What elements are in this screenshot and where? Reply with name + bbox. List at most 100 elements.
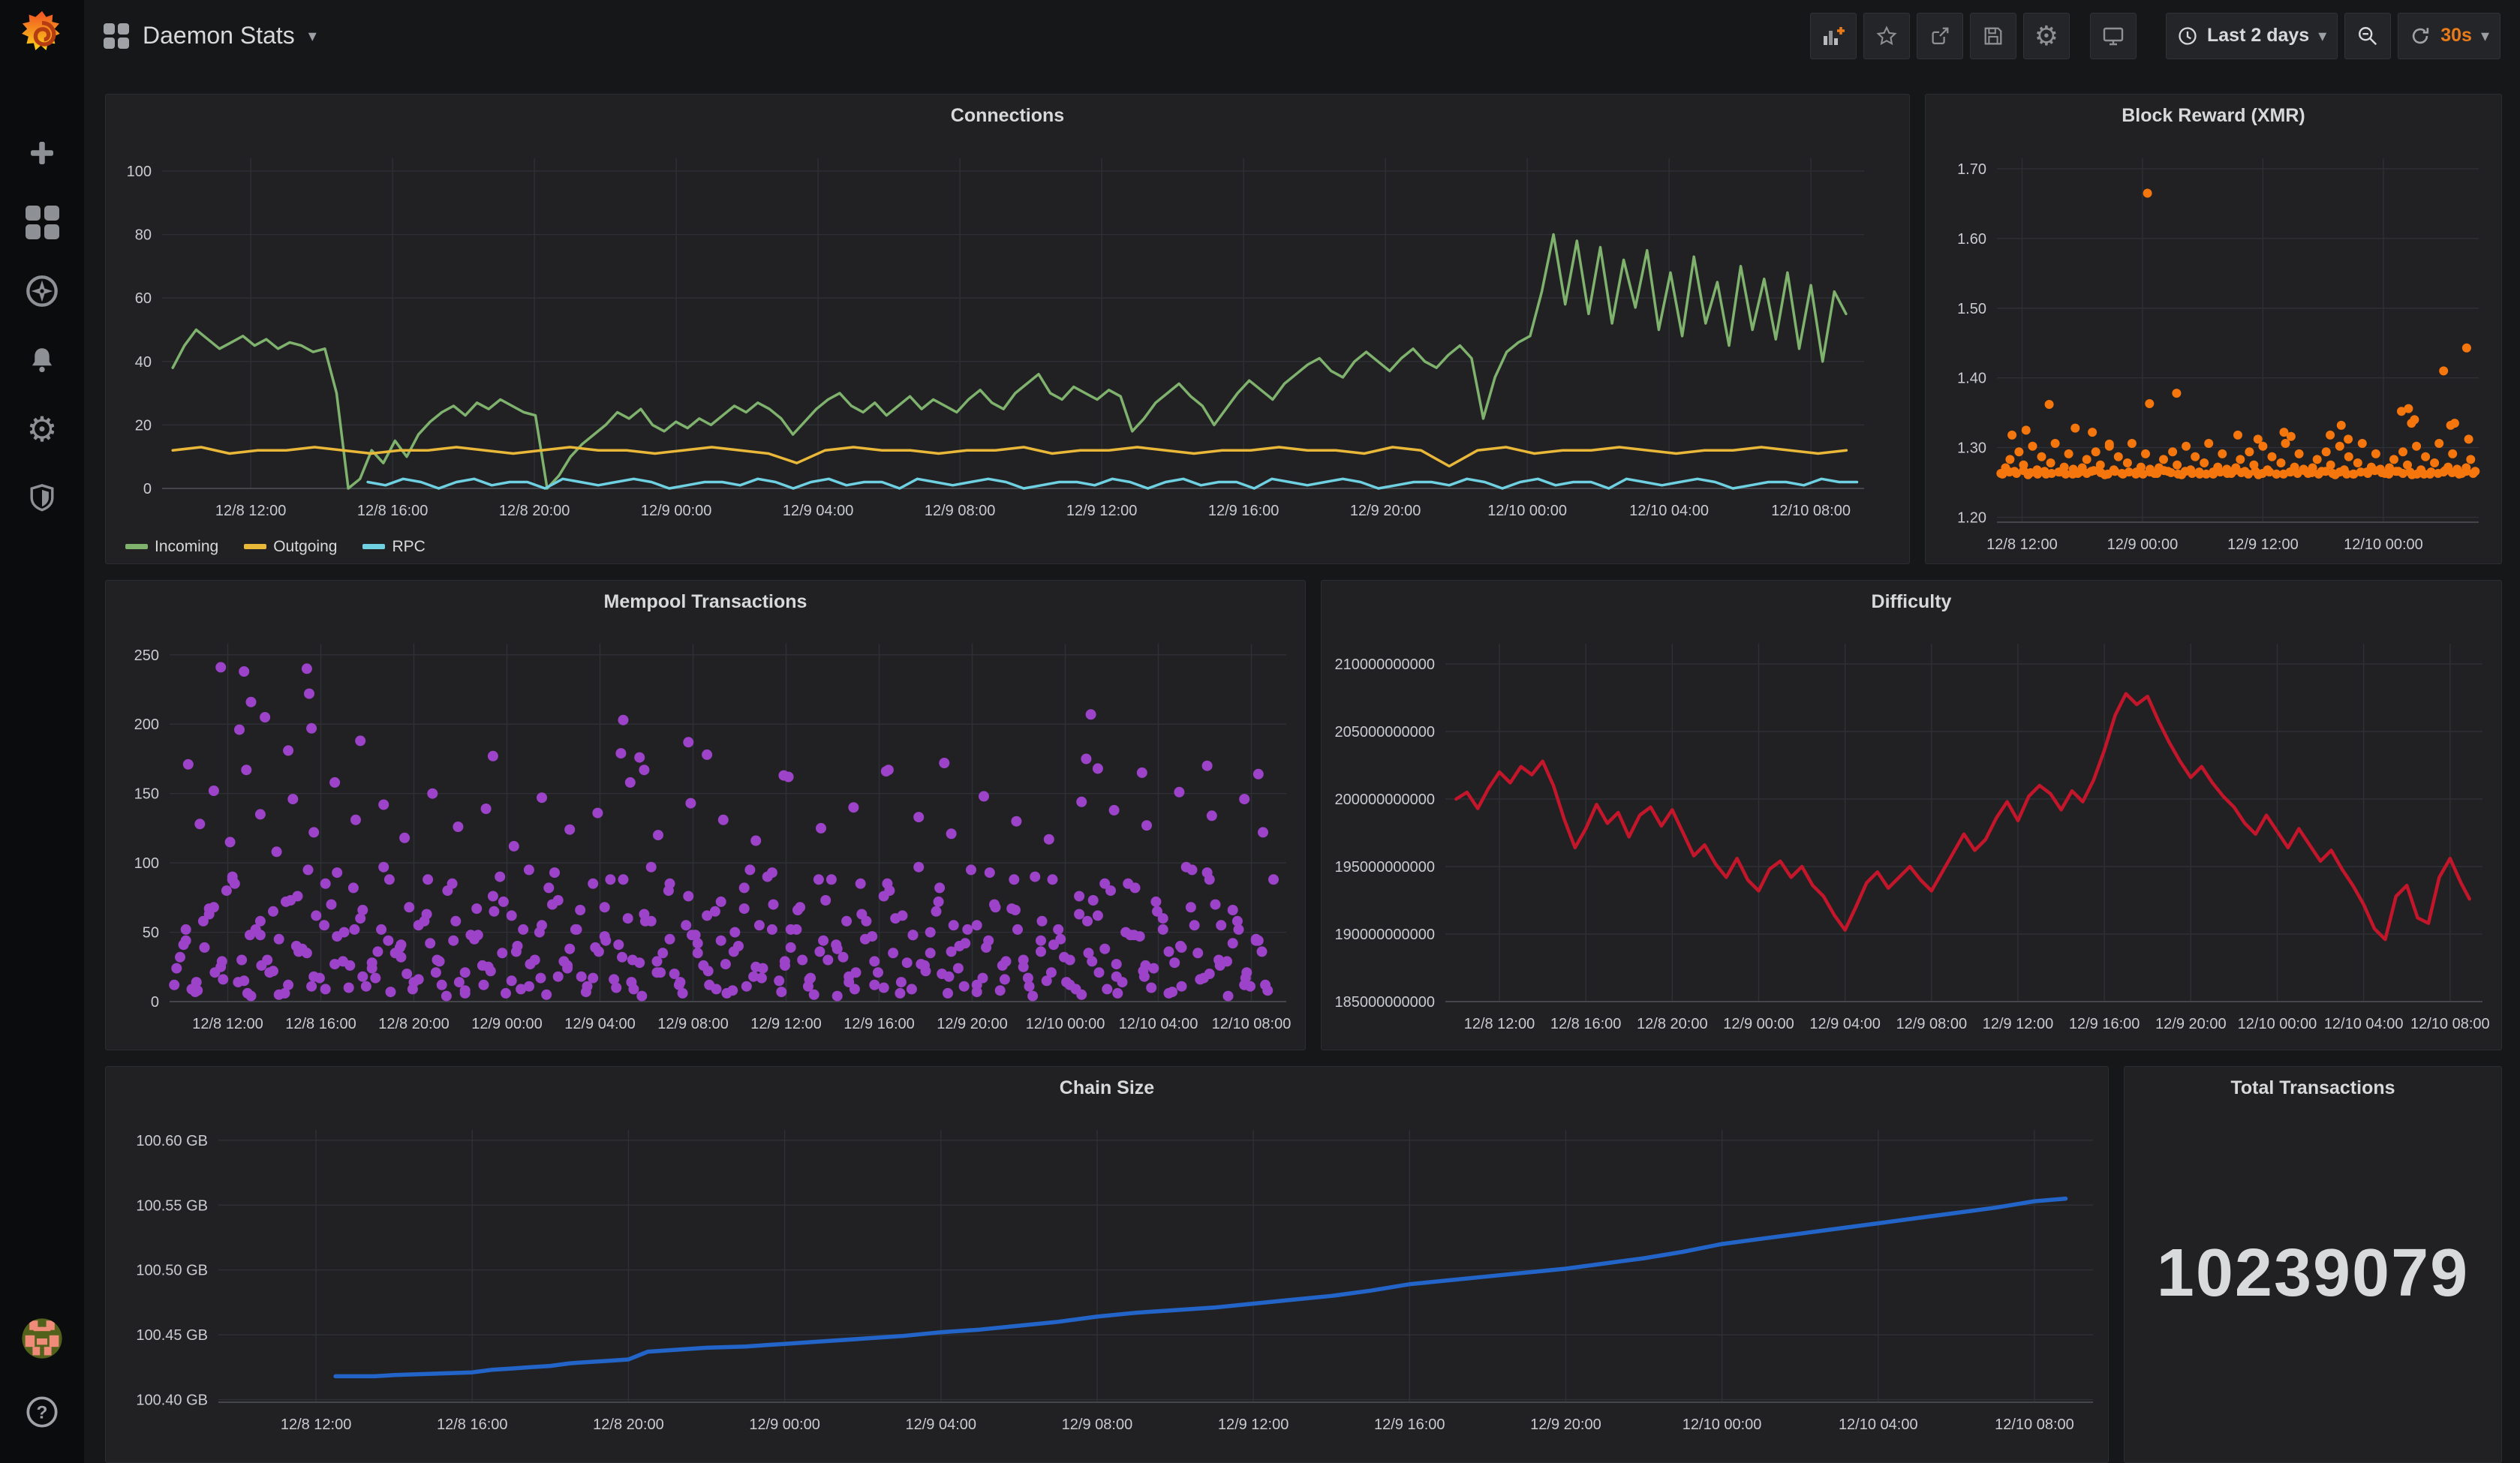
dashboard-grid-icon: [104, 23, 129, 49]
svg-text:12/10 08:00: 12/10 08:00: [1771, 503, 1851, 519]
refresh-icon: [2409, 25, 2431, 47]
svg-text:100.60 GB: 100.60 GB: [136, 1133, 208, 1149]
share-button[interactable]: [1917, 13, 1963, 59]
svg-text:12/8 16:00: 12/8 16:00: [1550, 1016, 1622, 1032]
add-panel-button[interactable]: [1810, 13, 1857, 59]
grafana-logo[interactable]: [14, 8, 71, 65]
zoom-out-button[interactable]: [2344, 13, 2391, 59]
svg-text:40: 40: [135, 354, 152, 371]
block-reward-chart[interactable]: 1.201.301.401.501.601.7012/8 12:0012/9 0…: [1926, 95, 2501, 563]
panel-title[interactable]: Difficulty: [1322, 591, 2501, 613]
legend-item[interactable]: RPC: [362, 538, 425, 556]
zoom-out-icon: [2356, 25, 2379, 47]
svg-text:12/9 12:00: 12/9 12:00: [1218, 1416, 1289, 1433]
sidebar-item-help[interactable]: ?: [21, 1391, 63, 1433]
svg-text:1.70: 1.70: [1957, 161, 1986, 178]
sidebar-item-configuration[interactable]: ⚙: [21, 408, 63, 450]
svg-text:12/10 00:00: 12/10 00:00: [1683, 1416, 1762, 1433]
refresh-interval-label: 30s: [2440, 25, 2472, 47]
svg-text:12/10 04:00: 12/10 04:00: [1629, 503, 1709, 519]
panel-block-reward: Block Reward (XMR) 1.201.301.401.501.601…: [1925, 94, 2502, 564]
sidebar-item-alerting[interactable]: [21, 339, 63, 381]
panel-connections: Connections 02040608010012/8 12:0012/8 1…: [105, 94, 1910, 564]
bell-icon: [26, 344, 58, 376]
svg-text:100.45 GB: 100.45 GB: [136, 1327, 208, 1344]
svg-text:100: 100: [134, 855, 159, 872]
svg-text:185000000000: 185000000000: [1335, 994, 1435, 1011]
shield-icon: [26, 482, 58, 514]
legend-item[interactable]: Incoming: [125, 538, 218, 556]
svg-text:12/8 16:00: 12/8 16:00: [285, 1016, 356, 1032]
gear-icon: ⚙: [2034, 23, 2058, 50]
svg-text:12/9 08:00: 12/9 08:00: [925, 503, 996, 519]
svg-text:195000000000: 195000000000: [1335, 859, 1435, 876]
dashboard-title[interactable]: Daemon Stats: [143, 22, 295, 50]
svg-text:12/9 08:00: 12/9 08:00: [1896, 1016, 1968, 1032]
svg-text:190000000000: 190000000000: [1335, 927, 1435, 943]
difficulty-chart[interactable]: 1850000000001900000000001950000000002000…: [1322, 581, 2501, 1050]
svg-text:20: 20: [135, 417, 152, 434]
chevron-down-icon[interactable]: ▾: [308, 26, 317, 46]
svg-text:12/9 16:00: 12/9 16:00: [844, 1016, 915, 1032]
sidebar-item-dashboards[interactable]: [21, 201, 63, 243]
svg-text:12/10 00:00: 12/10 00:00: [1487, 503, 1567, 519]
svg-text:12/8 20:00: 12/8 20:00: [1637, 1016, 1708, 1032]
legend-color-dash: [362, 544, 385, 549]
svg-text:12/8 16:00: 12/8 16:00: [437, 1416, 508, 1433]
svg-text:12/9 20:00: 12/9 20:00: [1530, 1416, 1601, 1433]
panel-title[interactable]: Mempool Transactions: [106, 591, 1305, 613]
help-icon: ?: [25, 1395, 59, 1429]
svg-text:12/9 16:00: 12/9 16:00: [2069, 1016, 2140, 1032]
save-button[interactable]: [1970, 13, 2016, 59]
svg-text:12/10 04:00: 12/10 04:00: [2324, 1016, 2404, 1032]
mempool-chart[interactable]: 05010015020025012/8 12:0012/8 16:0012/8 …: [106, 581, 1305, 1050]
svg-text:12/9 12:00: 12/9 12:00: [2227, 536, 2299, 553]
svg-text:12/9 12:00: 12/9 12:00: [1983, 1016, 2054, 1032]
sidebar-item-server-admin[interactable]: [21, 477, 63, 519]
svg-text:50: 50: [143, 925, 159, 942]
svg-text:12/8 20:00: 12/8 20:00: [499, 503, 570, 519]
svg-text:12/9 00:00: 12/9 00:00: [471, 1016, 543, 1032]
svg-text:1.40: 1.40: [1957, 371, 1986, 387]
svg-text:60: 60: [135, 290, 152, 307]
panel-difficulty: Difficulty 185000000000 190000000000 19500…: [1321, 580, 2502, 1050]
chain-size-chart[interactable]: 100.40 GB100.45 GB100.50 GB100.55 GB100.…: [106, 1067, 2108, 1462]
svg-text:12/10 08:00: 12/10 08:00: [1212, 1016, 1292, 1032]
dashboards-icon: [26, 206, 59, 239]
svg-text:1.30: 1.30: [1957, 440, 1986, 457]
svg-text:250: 250: [134, 647, 159, 664]
sidebar-item-create[interactable]: [21, 132, 63, 174]
sidebar: ⚙: [0, 0, 84, 1463]
svg-text:0: 0: [143, 481, 152, 497]
save-icon: [1982, 25, 2004, 47]
svg-text:12/9 16:00: 12/9 16:00: [1374, 1416, 1445, 1433]
plus-icon: [27, 138, 57, 168]
refresh-interval-picker[interactable]: 30s ▾: [2398, 13, 2500, 59]
panel-title[interactable]: Block Reward (XMR): [1926, 105, 2501, 127]
sidebar-item-explore[interactable]: [21, 270, 63, 312]
star-button[interactable]: [1863, 13, 1910, 59]
panel-title[interactable]: Connections: [106, 105, 1909, 127]
legend-color-dash: [125, 544, 148, 549]
time-range-label: Last 2 days: [2207, 25, 2309, 47]
svg-text:12/8 20:00: 12/8 20:00: [593, 1416, 664, 1433]
panel-title[interactable]: Chain Size: [106, 1077, 2108, 1099]
svg-text:200: 200: [134, 716, 159, 733]
add-panel-icon: [1821, 24, 1845, 48]
settings-button[interactable]: ⚙: [2023, 13, 2070, 59]
svg-text:205000000000: 205000000000: [1335, 724, 1435, 741]
svg-text:12/10 00:00: 12/10 00:00: [1026, 1016, 1105, 1032]
legend-item[interactable]: Outgoing: [244, 538, 337, 556]
cycle-view-button[interactable]: [2090, 13, 2137, 59]
user-avatar[interactable]: [21, 1317, 63, 1359]
connections-chart[interactable]: 02040608010012/8 12:0012/8 16:0012/8 20:…: [106, 95, 1909, 563]
time-range-picker[interactable]: Last 2 days ▾: [2166, 13, 2338, 59]
panel-title[interactable]: Total Transactions: [2125, 1077, 2501, 1099]
svg-text:100.50 GB: 100.50 GB: [136, 1263, 208, 1279]
dashboard-header: Daemon Stats ▾: [84, 0, 2520, 71]
toolbar: ⚙ Last 2 days ▾: [1810, 13, 2500, 59]
legend-label: RPC: [392, 538, 425, 556]
svg-text:12/8 12:00: 12/8 12:00: [192, 1016, 263, 1032]
svg-text:?: ?: [37, 1403, 48, 1423]
svg-text:12/10 04:00: 12/10 04:00: [1119, 1016, 1198, 1032]
